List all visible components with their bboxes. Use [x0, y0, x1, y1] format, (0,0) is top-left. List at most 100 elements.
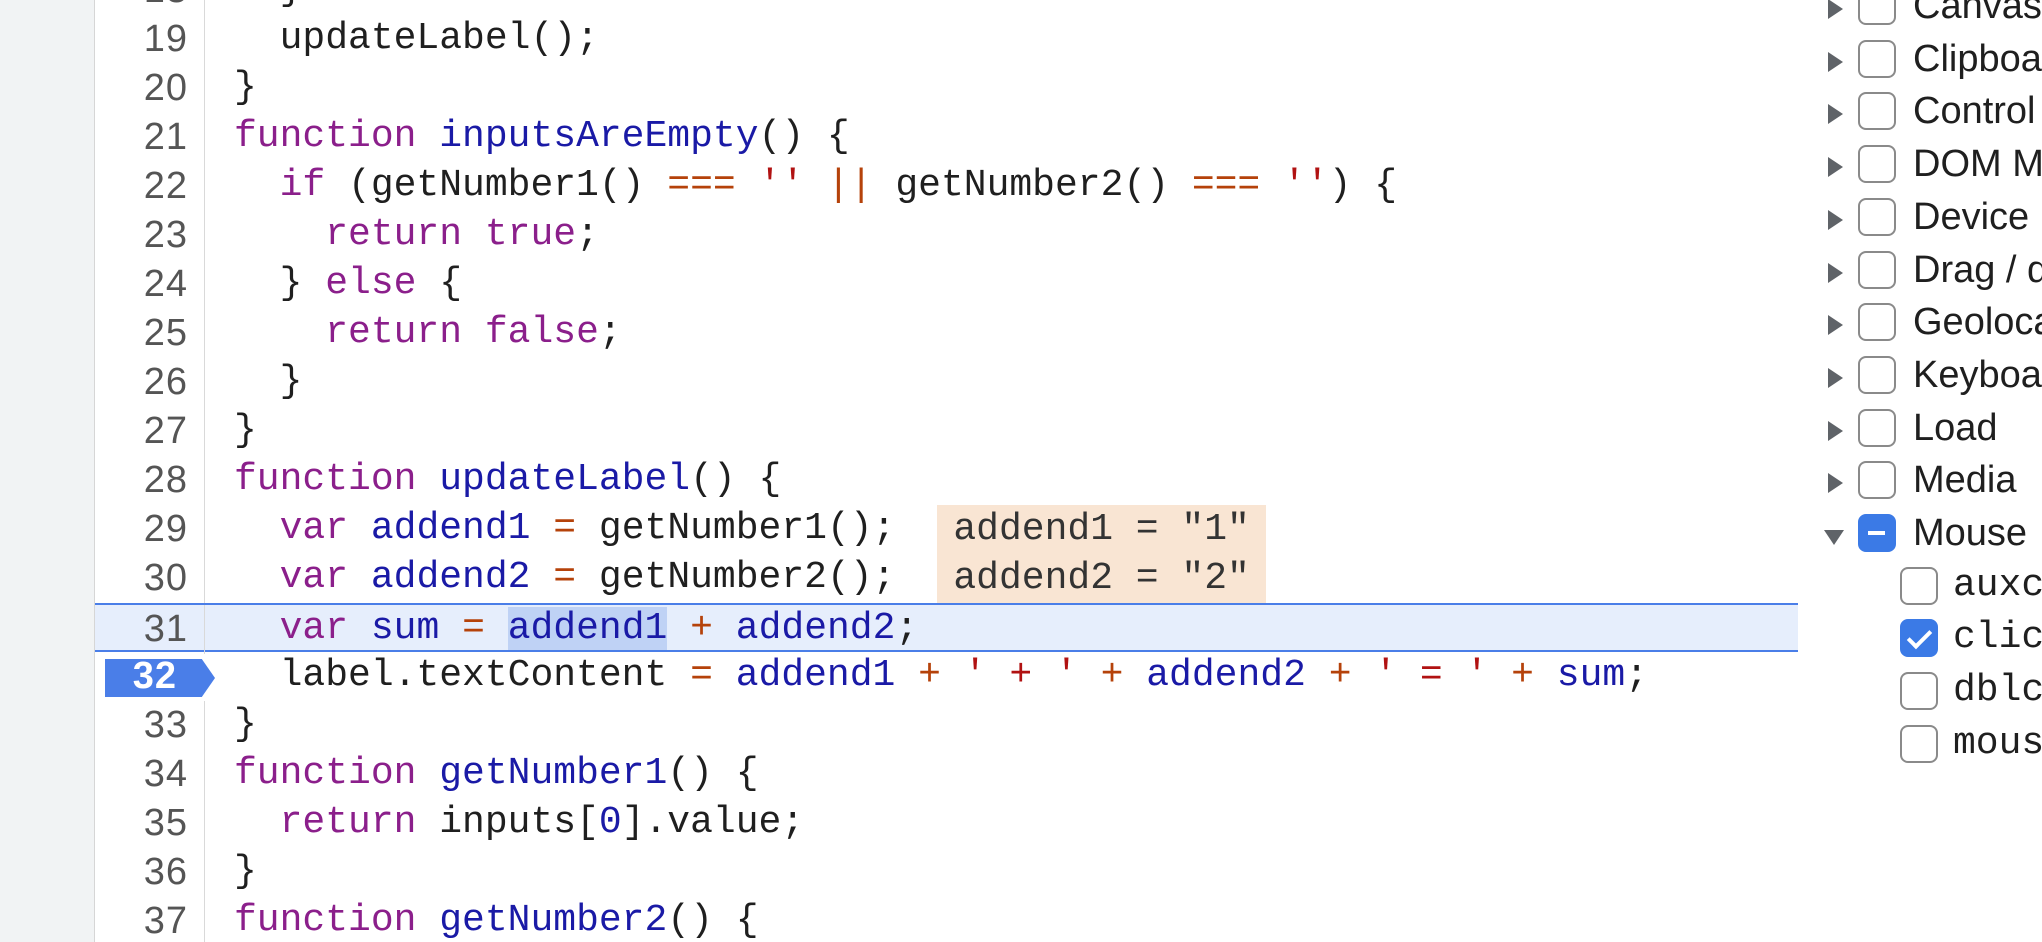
breakpoint-category[interactable]: Device	[1798, 190, 2042, 246]
category-label: Control	[1913, 90, 2036, 133]
line-number: 24	[143, 263, 188, 305]
category-checkbox[interactable]	[1858, 408, 1896, 447]
expand-arrow-right-icon[interactable]	[1828, 0, 1843, 19]
breakpoint-category[interactable]: Clipboard	[1798, 32, 2042, 88]
line-number-gutter[interactable]: 26	[95, 358, 205, 407]
line-number-gutter[interactable]: 35	[95, 799, 205, 848]
expand-arrow-right-icon[interactable]	[1828, 104, 1843, 125]
event-checkbox[interactable]	[1900, 672, 1938, 711]
event-breakpoint-item[interactable]: mousedown	[1798, 717, 2042, 773]
code-token: ===	[1191, 164, 1261, 207]
category-checkbox[interactable]	[1858, 197, 1896, 236]
code-text: var sum = addend1 + addend2;	[234, 607, 918, 650]
code-token: ||	[826, 164, 873, 207]
category-checkbox[interactable]	[1858, 0, 1896, 25]
line-number-gutter[interactable]: 27	[95, 407, 205, 456]
code-token: () {	[690, 458, 782, 501]
line-number: 37	[143, 900, 188, 942]
line-number: 26	[143, 361, 188, 403]
code-line: 27}	[95, 407, 1798, 456]
line-number-gutter[interactable]: 29	[95, 505, 205, 554]
line-number-gutter[interactable]: 18	[95, 0, 205, 15]
breakpoint-category[interactable]: DOM Mutation	[1798, 137, 2042, 193]
line-number-gutter[interactable]: 21	[95, 113, 205, 162]
line-number-gutter[interactable]: 24	[95, 260, 205, 309]
category-checkbox[interactable]	[1858, 145, 1896, 184]
event-label: mousedown	[1953, 721, 2042, 765]
breakpoint-category[interactable]: Geolocation	[1798, 295, 2042, 351]
event-checkbox[interactable]	[1900, 566, 1938, 605]
code-token: () {	[667, 752, 759, 795]
line-number-gutter[interactable]: 30	[95, 554, 205, 603]
expand-arrow-right-icon[interactable]	[1828, 473, 1843, 494]
code-token: ' + '	[963, 654, 1078, 697]
breakpoint-category[interactable]: Drag / drop	[1798, 243, 2042, 299]
breakpoint-category[interactable]: Canvas	[1798, 0, 2042, 35]
code-token: addend2	[370, 556, 531, 599]
category-checkbox[interactable]	[1858, 250, 1896, 289]
event-breakpoint-item[interactable]: click	[1798, 611, 2042, 667]
code-line: 33}	[95, 701, 1798, 750]
line-number: 28	[143, 459, 188, 501]
expand-arrow-right-icon[interactable]	[1828, 262, 1843, 283]
code-line: 28 function updateLabel() {	[95, 456, 1798, 505]
category-checkbox[interactable]	[1858, 461, 1896, 500]
event-checkbox[interactable]	[1900, 619, 1938, 658]
line-number-gutter[interactable]: 32	[95, 652, 215, 701]
expand-arrow-right-icon[interactable]	[1828, 157, 1843, 178]
line-number-gutter[interactable]: 23	[95, 211, 205, 260]
breakpoint-category[interactable]: Media	[1798, 453, 2042, 509]
line-number-gutter[interactable]: 36	[95, 848, 205, 897]
code-token: }	[234, 66, 257, 109]
expand-arrow-right-icon[interactable]	[1828, 367, 1843, 388]
line-number-gutter[interactable]: 19	[95, 15, 205, 64]
breakpoint-category[interactable]: Keyboard	[1798, 348, 2042, 404]
line-number-gutter[interactable]: 28	[95, 456, 205, 505]
code-token: +	[1328, 654, 1352, 697]
line-number-gutter[interactable]: 34	[95, 750, 205, 799]
expand-arrow-down-icon[interactable]	[1824, 530, 1844, 545]
category-checkbox[interactable]	[1858, 355, 1896, 394]
line-number-gutter[interactable]: 37	[95, 897, 205, 942]
code-editor[interactable]: 18 }19 updateLabel();20}21function input…	[94, 0, 1799, 942]
code-token: () {	[667, 899, 759, 942]
event-breakpoint-item[interactable]: dblclick	[1798, 664, 2042, 720]
code-text: function getNumber1() {	[234, 754, 759, 794]
code-token: +	[690, 607, 713, 650]
expand-arrow-right-icon[interactable]	[1828, 420, 1843, 441]
breakpoint-category[interactable]: Load	[1798, 401, 2042, 457]
code-token: addend2	[735, 607, 896, 650]
expand-arrow-right-icon[interactable]	[1828, 51, 1843, 72]
code-token: var	[279, 556, 349, 599]
category-label: Drag / drop	[1913, 248, 2042, 291]
event-breakpoint-item[interactable]: auxclick	[1798, 559, 2042, 615]
expand-arrow-right-icon[interactable]	[1828, 315, 1843, 336]
line-number-gutter[interactable]: 33	[95, 701, 205, 750]
expand-arrow-right-icon[interactable]	[1828, 209, 1843, 230]
breakpoint-category[interactable]: Mouse	[1798, 506, 2042, 562]
line-number-gutter[interactable]: 25	[95, 309, 205, 358]
category-checkbox[interactable]	[1858, 303, 1896, 342]
line-number-gutter[interactable]: 20	[95, 64, 205, 113]
category-checkbox[interactable]	[1858, 92, 1896, 131]
line-number-gutter[interactable]: 22	[95, 162, 205, 211]
code-text: return inputs[0].value;	[234, 801, 805, 844]
category-checkbox[interactable]	[1858, 514, 1896, 552]
event-checkbox[interactable]	[1900, 724, 1938, 763]
code-token: var	[279, 607, 349, 650]
line-number-gutter[interactable]: 31	[95, 605, 205, 654]
inline-variable-value: addend1 = "1"	[937, 505, 1266, 554]
category-label: Device	[1913, 195, 2030, 238]
breakpoint-category[interactable]: Control	[1798, 84, 2042, 140]
category-checkbox[interactable]	[1858, 39, 1896, 78]
code-token: updateLabel	[439, 458, 691, 501]
